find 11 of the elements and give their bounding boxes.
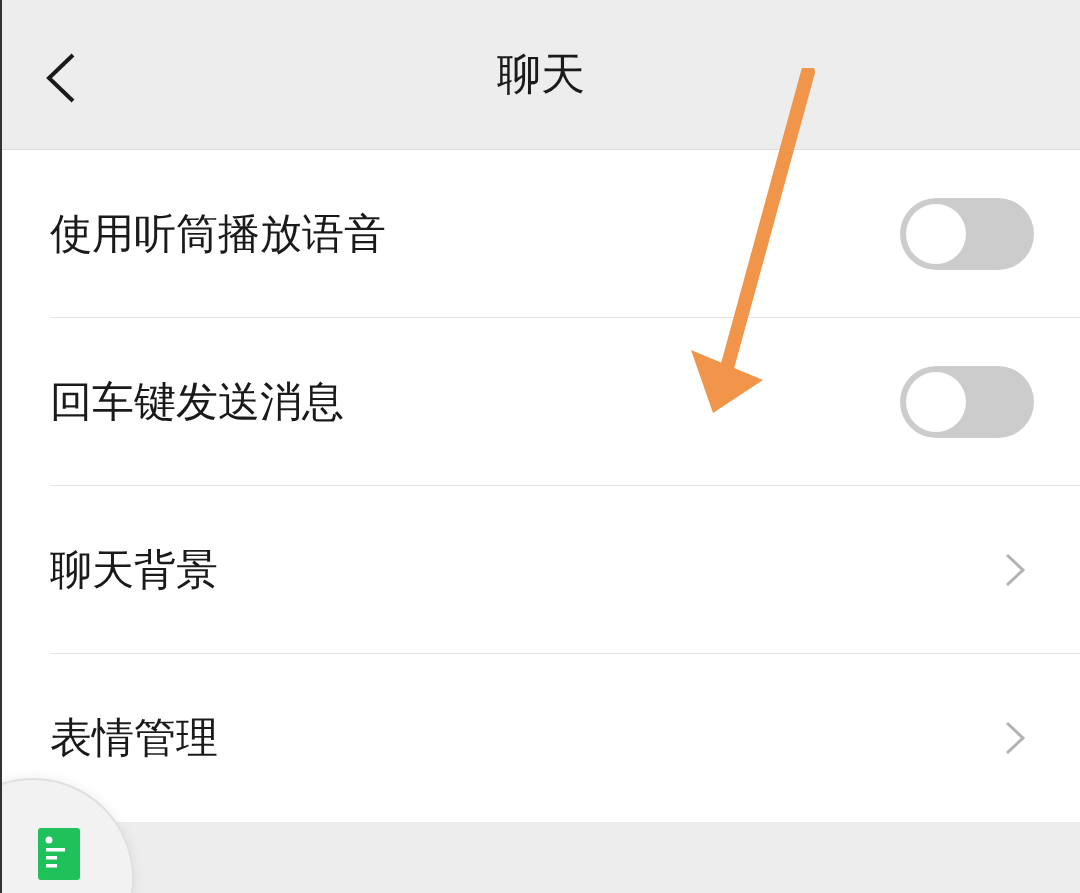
settings-row[interactable]: 表情管理 [50,654,1080,822]
setting-label: 表情管理 [50,712,218,764]
page-title: 聊天 [497,47,585,101]
setting-label: 使用听筒播放语音 [50,207,386,260]
settings-row[interactable]: 聊天背景 [50,486,1080,654]
setting-label: 聊天背景 [50,543,218,596]
chevron-right-icon [1004,551,1026,588]
settings-row[interactable]: 使用听筒播放语音 [50,150,1080,318]
chevron-right-icon [1004,720,1026,756]
document-icon[interactable] [38,828,80,880]
setting-label: 回车键发送消息 [50,375,344,428]
